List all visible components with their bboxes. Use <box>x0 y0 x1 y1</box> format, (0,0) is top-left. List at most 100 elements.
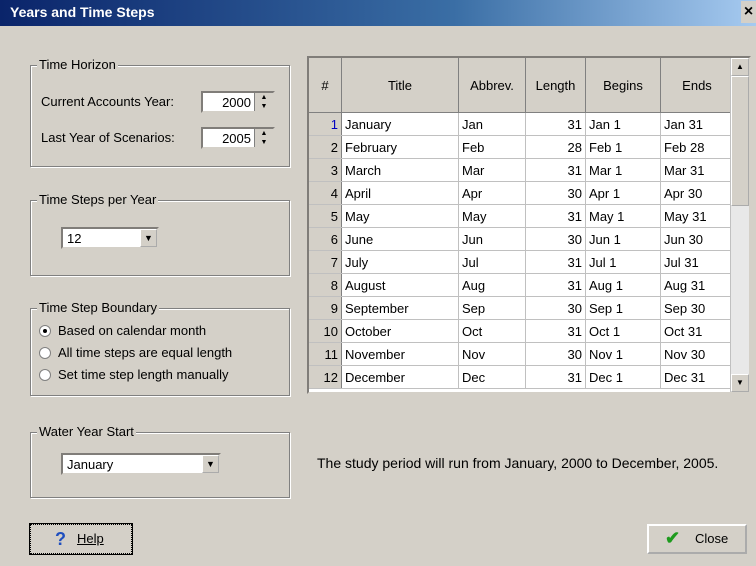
cell-begins[interactable]: Aug 1 <box>585 273 661 297</box>
cell-title[interactable]: December <box>341 365 459 389</box>
cell-begins[interactable]: Dec 1 <box>585 365 661 389</box>
cell-abbrev[interactable]: Jul <box>458 250 526 274</box>
table-row[interactable]: 7 July Jul 31 Jul 1 Jul 31 <box>309 250 734 274</box>
table-row[interactable]: 3 March Mar 31 Mar 1 Mar 31 <box>309 158 734 182</box>
cell-length[interactable]: 31 <box>525 112 586 136</box>
cell-length[interactable]: 31 <box>525 158 586 182</box>
cell-title[interactable]: July <box>341 250 459 274</box>
cell-ends[interactable]: May 31 <box>660 204 734 228</box>
row-number[interactable]: 10 <box>309 319 342 343</box>
row-number[interactable]: 11 <box>309 342 342 366</box>
row-number[interactable]: 3 <box>309 158 342 182</box>
cell-begins[interactable]: Nov 1 <box>585 342 661 366</box>
row-number[interactable]: 12 <box>309 365 342 389</box>
cell-length[interactable]: 31 <box>525 273 586 297</box>
chevron-down-icon[interactable]: ▼ <box>202 455 219 473</box>
cell-title[interactable]: June <box>341 227 459 251</box>
cell-length[interactable]: 30 <box>525 342 586 366</box>
cell-abbrev[interactable]: Mar <box>458 158 526 182</box>
cell-title[interactable]: May <box>341 204 459 228</box>
time-steps-table[interactable]: # Title Abbrev. Length Begins Ends 1 Janu… <box>307 56 751 394</box>
scroll-down-icon[interactable]: ▼ <box>731 374 749 392</box>
column-header[interactable]: Abbrev. <box>458 58 526 113</box>
cell-ends[interactable]: Nov 30 <box>660 342 734 366</box>
cell-ends[interactable]: Apr 30 <box>660 181 734 205</box>
cell-ends[interactable]: Mar 31 <box>660 158 734 182</box>
cell-title[interactable]: February <box>341 135 459 159</box>
row-number[interactable]: 7 <box>309 250 342 274</box>
radio-unselected-icon[interactable] <box>39 347 51 359</box>
cell-begins[interactable]: Mar 1 <box>585 158 661 182</box>
cell-length[interactable]: 31 <box>525 319 586 343</box>
cell-length[interactable]: 30 <box>525 296 586 320</box>
table-row[interactable]: 5 May May 31 May 1 May 31 <box>309 204 734 228</box>
spinner-arrows-icon[interactable]: ▲ ▼ <box>254 129 273 147</box>
cell-title[interactable]: March <box>341 158 459 182</box>
cell-length[interactable]: 31 <box>525 250 586 274</box>
cell-ends[interactable]: Oct 31 <box>660 319 734 343</box>
cell-begins[interactable]: Sep 1 <box>585 296 661 320</box>
cell-ends[interactable]: Feb 28 <box>660 135 734 159</box>
current-accounts-year-spinner[interactable]: 2000 ▲ ▼ <box>201 91 275 113</box>
row-number[interactable]: 1 <box>309 112 342 136</box>
table-row[interactable]: 4 April Apr 30 Apr 1 Apr 30 <box>309 181 734 205</box>
vertical-scrollbar[interactable]: ▲ ▼ <box>730 58 749 392</box>
cell-begins[interactable]: May 1 <box>585 204 661 228</box>
row-number[interactable]: 9 <box>309 296 342 320</box>
cell-begins[interactable]: Oct 1 <box>585 319 661 343</box>
cell-begins[interactable]: Feb 1 <box>585 135 661 159</box>
cell-length[interactable]: 30 <box>525 227 586 251</box>
cell-ends[interactable]: Aug 31 <box>660 273 734 297</box>
cell-abbrev[interactable]: Jan <box>458 112 526 136</box>
radio-calendar-month[interactable]: Based on calendar month <box>39 323 279 341</box>
cell-begins[interactable]: Jan 1 <box>585 112 661 136</box>
cell-ends[interactable]: Jun 30 <box>660 227 734 251</box>
radio-manual-length[interactable]: Set time step length manually <box>39 367 279 385</box>
cell-ends[interactable]: Jan 31 <box>660 112 734 136</box>
cell-title[interactable]: January <box>341 112 459 136</box>
radio-unselected-icon[interactable] <box>39 369 51 381</box>
row-number[interactable]: 4 <box>309 181 342 205</box>
column-header[interactable]: Title <box>341 58 459 113</box>
cell-abbrev[interactable]: Feb <box>458 135 526 159</box>
table-row[interactable]: 1 January Jan 31 Jan 1 Jan 31 <box>309 112 734 136</box>
table-row[interactable]: 10 October Oct 31 Oct 1 Oct 31 <box>309 319 734 343</box>
cell-title[interactable]: April <box>341 181 459 205</box>
scroll-up-icon[interactable]: ▲ <box>731 58 749 76</box>
last-year-spinner[interactable]: 2005 ▲ ▼ <box>201 127 275 149</box>
table-row[interactable]: 2 February Feb 28 Feb 1 Feb 28 <box>309 135 734 159</box>
table-row[interactable]: 6 June Jun 30 Jun 1 Jun 30 <box>309 227 734 251</box>
table-row[interactable]: 11 November Nov 30 Nov 1 Nov 30 <box>309 342 734 366</box>
row-number[interactable]: 8 <box>309 273 342 297</box>
cell-begins[interactable]: Jun 1 <box>585 227 661 251</box>
close-button[interactable]: ✔ Close <box>647 524 747 554</box>
cell-ends[interactable]: Dec 31 <box>660 365 734 389</box>
column-header[interactable]: # <box>309 58 342 113</box>
table-row[interactable]: 9 September Sep 30 Sep 1 Sep 30 <box>309 296 734 320</box>
window-close-icon[interactable]: × <box>741 1 756 23</box>
cell-length[interactable]: 31 <box>525 365 586 389</box>
cell-abbrev[interactable]: Dec <box>458 365 526 389</box>
table-row[interactable]: 8 August Aug 31 Aug 1 Aug 31 <box>309 273 734 297</box>
column-header[interactable]: Begins <box>585 58 661 113</box>
column-header[interactable]: Ends <box>660 58 734 113</box>
cell-length[interactable]: 31 <box>525 204 586 228</box>
cell-abbrev[interactable]: Apr <box>458 181 526 205</box>
cell-abbrev[interactable]: May <box>458 204 526 228</box>
water-year-select[interactable]: January ▼ <box>61 453 221 475</box>
spinner-arrows-icon[interactable]: ▲ ▼ <box>254 93 273 111</box>
chevron-down-icon[interactable]: ▼ <box>140 229 157 247</box>
radio-equal-length[interactable]: All time steps are equal length <box>39 345 279 363</box>
column-header[interactable]: Length <box>525 58 586 113</box>
cell-abbrev[interactable]: Aug <box>458 273 526 297</box>
cell-begins[interactable]: Jul 1 <box>585 250 661 274</box>
cell-abbrev[interactable]: Oct <box>458 319 526 343</box>
row-number[interactable]: 5 <box>309 204 342 228</box>
cell-length[interactable]: 30 <box>525 181 586 205</box>
radio-selected-icon[interactable] <box>39 325 51 337</box>
scroll-thumb[interactable] <box>731 76 749 206</box>
cell-ends[interactable]: Jul 31 <box>660 250 734 274</box>
cell-begins[interactable]: Apr 1 <box>585 181 661 205</box>
table-row[interactable]: 12 December Dec 31 Dec 1 Dec 31 <box>309 365 734 389</box>
cell-title[interactable]: November <box>341 342 459 366</box>
